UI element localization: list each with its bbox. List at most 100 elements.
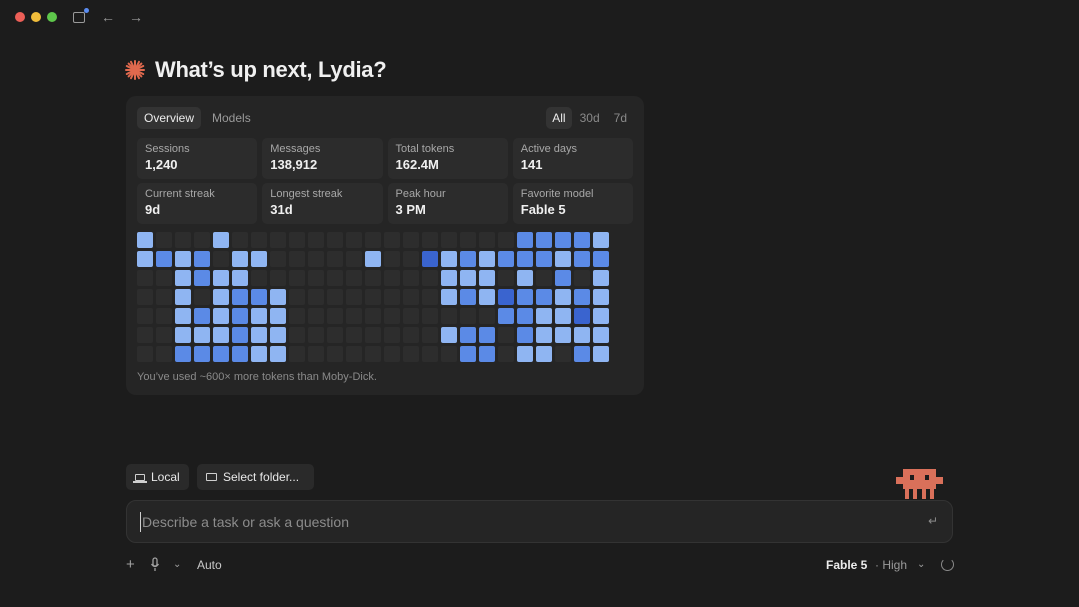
heatmap-cell — [213, 289, 229, 305]
heatmap-cell — [346, 232, 362, 248]
tab-models[interactable]: Models — [205, 107, 258, 129]
heatmap-cell — [441, 308, 457, 324]
chevron-down-icon[interactable]: ⌄ — [917, 556, 925, 574]
heatmap-cell — [498, 327, 514, 343]
progress-ring-icon — [941, 558, 954, 571]
stat-label: Longest streak — [270, 188, 343, 200]
forward-arrow-icon[interactable]: → — [129, 9, 143, 25]
heatmap-cell — [422, 327, 438, 343]
heatmap-cell — [498, 270, 514, 286]
heatmap-cell — [403, 289, 419, 305]
heatmap-cell — [289, 232, 305, 248]
zoom-window-button[interactable] — [47, 12, 57, 22]
return-icon[interactable]: ↵ — [928, 514, 938, 528]
local-label: Local — [151, 470, 180, 484]
heatmap-cell — [403, 251, 419, 267]
chevron-down-icon[interactable]: ⌄ — [173, 556, 181, 574]
heatmap-cell — [194, 308, 210, 324]
heatmap-cell — [175, 289, 191, 305]
heatmap-cell — [251, 308, 267, 324]
heatmap-cell — [460, 270, 476, 286]
heatmap-cell — [441, 232, 457, 248]
heatmap-cell — [327, 308, 343, 324]
heatmap-cell — [479, 346, 495, 362]
heatmap-cell — [441, 346, 457, 362]
heatmap-cell — [308, 327, 324, 343]
stat-label: Current streak — [145, 188, 215, 200]
heatmap-cell — [346, 346, 362, 362]
heatmap-cell — [175, 308, 191, 324]
heatmap-cell — [536, 308, 552, 324]
stat-label: Sessions — [145, 143, 190, 155]
heatmap-cell — [555, 289, 571, 305]
heatmap-cell — [574, 346, 590, 362]
stat-label: Active days — [520, 143, 577, 155]
stat-value: 3 PM — [395, 202, 426, 217]
mode-selector[interactable]: Auto — [197, 556, 222, 574]
heatmap-cell — [137, 251, 153, 267]
heatmap-cell — [384, 251, 400, 267]
heatmap-cell — [555, 308, 571, 324]
range-7d[interactable]: 7d — [608, 107, 633, 129]
plus-icon[interactable]: + — [126, 556, 135, 574]
heatmap-cell — [289, 346, 305, 362]
heatmap-cell — [422, 270, 438, 286]
heatmap-cell — [308, 251, 324, 267]
heatmap-cell — [384, 270, 400, 286]
heatmap-cell — [536, 232, 552, 248]
heatmap-cell — [460, 308, 476, 324]
heatmap-cell — [555, 346, 571, 362]
heatmap-cell — [365, 270, 381, 286]
close-window-button[interactable] — [15, 12, 25, 22]
heatmap-cell — [403, 308, 419, 324]
heatmap-cell — [270, 270, 286, 286]
stat-peak-hour: Peak hour 3 PM — [387, 183, 508, 224]
spark-icon — [125, 60, 145, 80]
heatmap-cell — [156, 251, 172, 267]
heatmap-cell — [593, 346, 609, 362]
microphone-icon[interactable] — [150, 557, 160, 573]
stat-value: 9d — [145, 202, 161, 217]
heatmap-cell — [365, 289, 381, 305]
heatmap-cell — [327, 346, 343, 362]
prompt-input[interactable] — [140, 512, 910, 532]
heatmap-cell — [232, 232, 248, 248]
heatmap-cell — [346, 308, 362, 324]
model-selector[interactable]: Fable 5 — [826, 556, 867, 574]
range-all[interactable]: All — [546, 107, 572, 129]
sidebar-toggle-icon[interactable] — [73, 8, 89, 23]
heatmap-cell — [308, 270, 324, 286]
heatmap-cell — [574, 289, 590, 305]
local-environment-button[interactable]: Local — [126, 464, 189, 490]
heatmap-cell — [403, 232, 419, 248]
heatmap-cell — [517, 308, 533, 324]
select-folder-button[interactable]: Select folder... — [197, 464, 314, 490]
heatmap-cell — [156, 232, 172, 248]
heatmap-cell — [384, 327, 400, 343]
stat-label: Total tokens — [395, 143, 455, 155]
heatmap-cell — [422, 308, 438, 324]
heatmap-cell — [441, 289, 457, 305]
activity-heatmap — [137, 232, 627, 362]
heatmap-cell — [213, 232, 229, 248]
heatmap-cell — [346, 289, 362, 305]
stat-value: Fable 5 — [520, 202, 566, 217]
heatmap-cell — [593, 251, 609, 267]
heatmap-cell — [593, 289, 609, 305]
heatmap-cell — [536, 289, 552, 305]
heatmap-cell — [517, 289, 533, 305]
stat-favorite-model: Favorite model Fable 5 — [512, 183, 633, 224]
heatmap-cell — [536, 251, 552, 267]
heatmap-cell — [175, 327, 191, 343]
heatmap-cell — [251, 327, 267, 343]
stat-sessions: Sessions 1,240 — [137, 138, 258, 179]
heatmap-cell — [194, 289, 210, 305]
range-30d[interactable]: 30d — [574, 107, 606, 129]
stat-total-tokens: Total tokens 162.4M — [387, 138, 508, 179]
tab-overview[interactable]: Overview — [137, 107, 202, 129]
back-arrow-icon[interactable]: ← — [101, 9, 115, 25]
heatmap-cell — [498, 232, 514, 248]
heatmap-cell — [289, 289, 305, 305]
minimize-window-button[interactable] — [31, 12, 41, 22]
effort-selector[interactable]: · High — [875, 556, 907, 574]
